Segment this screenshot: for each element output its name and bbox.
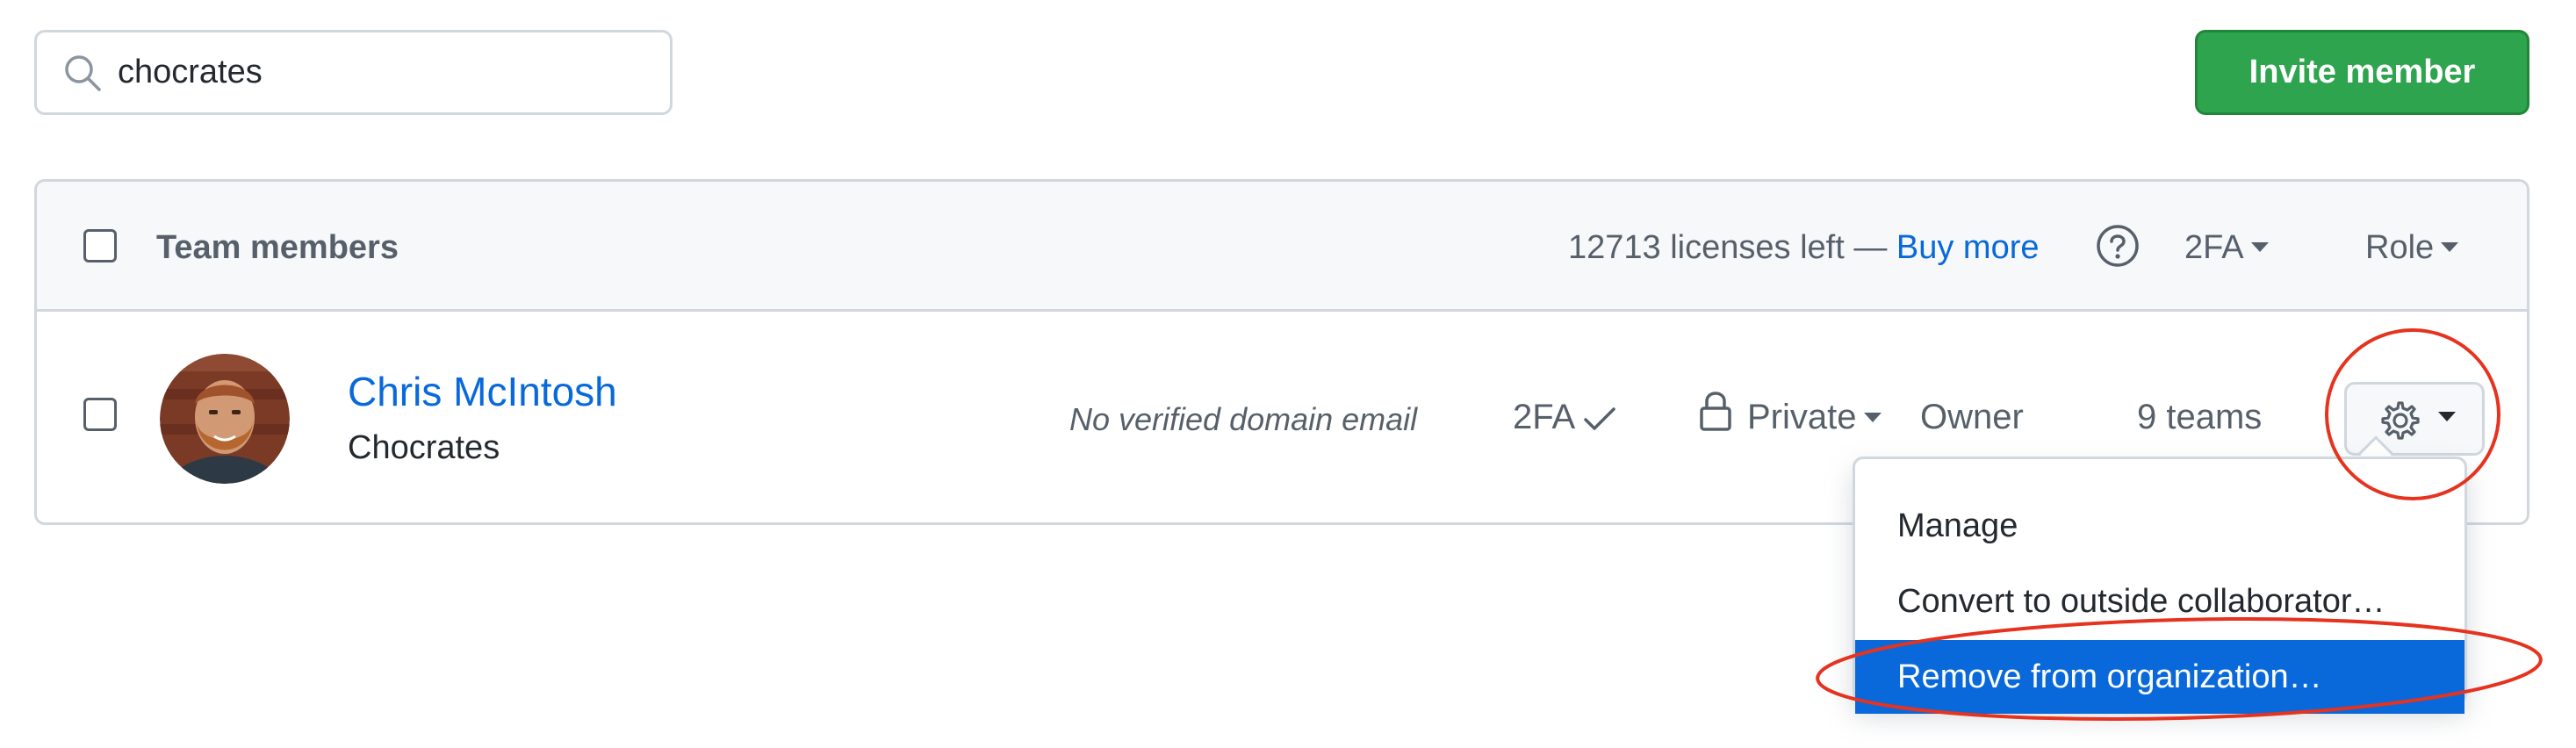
member-name-link[interactable]: Chris McIntosh: [348, 368, 617, 415]
caret-icon: [2250, 242, 2269, 253]
twofa-status: 2FA: [1513, 398, 1617, 437]
twofa-label: 2FA: [1513, 398, 1576, 436]
role-filter-dropdown[interactable]: Role: [2365, 229, 2459, 267]
menu-item-manage[interactable]: Manage: [1855, 489, 2464, 563]
licenses-left-text: 12713 licenses left — Buy more: [1568, 229, 2040, 267]
search-icon: [65, 55, 101, 91]
member-actions-menu: Manage Convert to outside collaborator… …: [1853, 457, 2467, 714]
lock-icon: [1700, 392, 1731, 431]
help-icon[interactable]: [2095, 223, 2141, 269]
buy-more-link[interactable]: Buy more: [1896, 229, 2040, 266]
domain-email-status: No verified domain email: [1069, 401, 1418, 437]
twofa-filter-label: 2FA: [2184, 229, 2244, 266]
check-icon: [1584, 407, 1615, 431]
table-header: Team members 12713 licenses left — Buy m…: [37, 182, 2527, 312]
members-page: Invite member Team members 12713 license…: [0, 0, 2576, 748]
gear-icon: [2381, 401, 2420, 440]
caret-icon: [2441, 242, 2459, 253]
menu-item-convert-to-outside-collaborator[interactable]: Convert to outside collaborator…: [1855, 565, 2464, 638]
caret-icon: [2438, 412, 2456, 421]
role-filter-label: Role: [2365, 229, 2435, 266]
visibility-label: Private: [1747, 398, 1857, 436]
menu-item-remove-from-organization[interactable]: Remove from organization…: [1855, 640, 2464, 714]
visibility-dropdown[interactable]: Private: [1747, 398, 1882, 437]
search-box[interactable]: [34, 30, 673, 115]
member-login: Chocrates: [348, 429, 500, 466]
invite-member-button[interactable]: Invite member: [2195, 30, 2529, 115]
licenses-count: 12713 licenses left —: [1568, 229, 1896, 266]
twofa-filter-dropdown[interactable]: 2FA: [2184, 229, 2269, 267]
avatar[interactable]: [160, 354, 290, 484]
select-all-checkbox[interactable]: [83, 229, 117, 263]
member-role: Owner: [1920, 398, 2024, 436]
member-checkbox[interactable]: [83, 398, 117, 431]
search-input[interactable]: [118, 32, 653, 112]
member-teams-link[interactable]: 9 teams: [2137, 398, 2262, 437]
caret-icon: [1863, 412, 1882, 422]
table-header-title: Team members: [156, 229, 399, 266]
